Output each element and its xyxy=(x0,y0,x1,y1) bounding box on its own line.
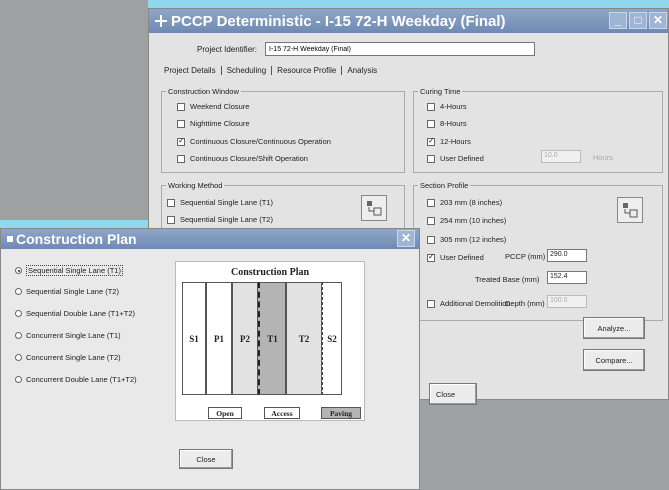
plan-option-seq-t2[interactable]: Sequential Single Lane (T2) xyxy=(15,287,119,296)
lane-p1: P1 xyxy=(206,282,232,395)
profile-tool-icon xyxy=(623,203,638,218)
tab-analysis[interactable]: Analysis xyxy=(342,66,382,75)
depth-label: Depth (mm) xyxy=(505,299,545,308)
radio-icon[interactable] xyxy=(15,310,22,317)
tab-bar: Project Details Scheduling Resource Prof… xyxy=(159,66,382,75)
section-profile-label: Section Profile xyxy=(418,181,471,190)
checkbox-icon[interactable] xyxy=(427,216,435,225)
checkbox-icon[interactable] xyxy=(427,154,435,163)
working-method-label: Working Method xyxy=(166,181,225,190)
option-8-hours[interactable]: 8-Hours xyxy=(427,119,467,128)
option-254mm[interactable]: 254 mm (10 inches) xyxy=(427,216,506,225)
option-203mm[interactable]: 203 mm (8 inches) xyxy=(427,198,502,207)
construction-plan-button[interactable] xyxy=(361,195,387,221)
option-wm-sequential-t2[interactable]: Sequential Single Lane (T2) xyxy=(167,215,273,224)
main-window-title: PCCP Deterministic - I-15 72-H Weekday (… xyxy=(171,12,506,30)
curing-hours-unit: Hours xyxy=(593,153,614,162)
checkbox-icon[interactable] xyxy=(427,299,435,308)
plan-close-footer-button[interactable]: Close xyxy=(179,449,233,469)
tab-project-details[interactable]: Project Details xyxy=(159,66,222,75)
tab-scheduling[interactable]: Scheduling xyxy=(222,66,273,75)
plan-option-seq-double[interactable]: Sequential Double Lane (T1+T2) xyxy=(15,309,135,318)
close-window-button[interactable]: ✕ xyxy=(649,12,667,29)
plan-close-button[interactable]: ✕ xyxy=(397,230,415,247)
radio-icon[interactable] xyxy=(15,354,22,361)
plan-option-seq-t1[interactable]: Sequential Single Lane (T1) xyxy=(15,265,123,276)
checkbox-icon[interactable] xyxy=(427,198,435,207)
pccp-label: PCCP (mm) xyxy=(505,252,546,261)
treated-base-input[interactable]: 152.4 xyxy=(547,271,587,284)
plan-option-con-double[interactable]: Concurrent Double Lane (T1+T2) xyxy=(15,375,137,384)
option-continuous-operation[interactable]: Continuous Closure/Continuous Operation xyxy=(177,136,331,146)
checkbox-icon[interactable] xyxy=(427,102,435,111)
plan-window-title: Construction Plan xyxy=(16,231,137,247)
construction-plan-window: Construction Plan ✕ Sequential Single La… xyxy=(0,228,420,490)
checkbox-icon[interactable] xyxy=(167,198,175,207)
option-weekend-closure[interactable]: Weekend Closure xyxy=(177,102,249,111)
option-curing-user-defined[interactable]: User Defined xyxy=(427,154,484,163)
desktop-gray-area xyxy=(0,0,148,220)
option-12-hours[interactable]: 12-Hours xyxy=(427,136,471,146)
desktop-gray-area-2 xyxy=(420,400,669,490)
radio-icon[interactable] xyxy=(15,332,22,339)
diagram-title: Construction Plan xyxy=(230,267,310,278)
checkbox-icon[interactable] xyxy=(177,119,185,128)
plan-window-icon xyxy=(7,236,13,242)
plan-titlebar[interactable]: Construction Plan ✕ xyxy=(1,229,419,249)
plan-option-con-t1[interactable]: Concurrent Single Lane (T1) xyxy=(15,331,121,340)
main-titlebar[interactable]: PCCP Deterministic - I-15 72-H Weekday (… xyxy=(149,9,668,33)
lane-t2: T2 xyxy=(286,282,322,395)
checkbox-icon[interactable] xyxy=(177,154,185,163)
radio-icon[interactable] xyxy=(15,376,22,383)
tab-resource-profile[interactable]: Resource Profile xyxy=(272,66,343,75)
checkbox-icon[interactable] xyxy=(427,235,435,244)
option-shift-operation[interactable]: Continuous Closure/Shift Operation xyxy=(177,154,308,163)
radio-icon[interactable] xyxy=(15,288,22,295)
checkbox-checked-icon[interactable] xyxy=(177,136,185,146)
project-identifier-label: Project Identifier: xyxy=(197,44,258,54)
checkbox-icon[interactable] xyxy=(177,102,185,111)
project-identifier-row: Project Identifier: xyxy=(197,42,536,56)
compare-button[interactable]: Compare... xyxy=(583,349,645,371)
treated-base-label: Treated Base (mm) xyxy=(475,275,540,284)
pccp-input[interactable]: 290.0 xyxy=(547,249,587,262)
legend-open: Open xyxy=(208,407,242,419)
option-4-hours[interactable]: 4-Hours xyxy=(427,102,467,111)
option-profile-user-defined[interactable]: User Defined xyxy=(427,252,484,262)
construction-plan-diagram: Construction Plan S1 P1 P2 T1 T2 S2 Open… xyxy=(175,261,365,421)
app-logo-icon xyxy=(155,15,167,27)
lane-p2: P2 xyxy=(232,282,258,395)
curing-hours-input[interactable]: 10.0 xyxy=(541,150,581,163)
minimize-button[interactable]: _ xyxy=(609,12,627,29)
lane-t1: T1 xyxy=(258,282,286,395)
checkbox-icon[interactable] xyxy=(427,119,435,128)
checkbox-checked-icon[interactable] xyxy=(427,136,435,146)
option-wm-sequential-t1[interactable]: Sequential Single Lane (T1) xyxy=(167,198,273,207)
section-profile-button[interactable] xyxy=(617,197,643,223)
radio-selected-icon[interactable] xyxy=(15,267,22,274)
lane-s1: S1 xyxy=(182,282,206,395)
checkbox-checked-icon[interactable] xyxy=(427,252,435,262)
option-additional-demolition[interactable]: Additional Demolition xyxy=(427,299,510,308)
curing-time-label: Curing Time xyxy=(418,87,463,96)
main-close-button[interactable]: Close xyxy=(429,383,477,405)
legend-paving: Paving xyxy=(321,407,361,419)
option-nighttime-closure[interactable]: Nighttime Closure xyxy=(177,119,250,128)
depth-input[interactable]: 100.0 xyxy=(547,295,587,308)
maximize-button[interactable]: □ xyxy=(629,12,647,29)
construction-window-label: Construction Window xyxy=(166,87,241,96)
lane-s2: S2 xyxy=(322,282,342,395)
plan-option-con-t2[interactable]: Concurrent Single Lane (T2) xyxy=(15,353,121,362)
checkbox-icon[interactable] xyxy=(167,215,175,224)
analyze-button[interactable]: Analyze... xyxy=(583,317,645,339)
plan-tool-icon xyxy=(367,201,382,216)
option-305mm[interactable]: 305 mm (12 inches) xyxy=(427,235,506,244)
legend-access: Access xyxy=(264,407,300,419)
project-identifier-input[interactable] xyxy=(265,42,536,56)
